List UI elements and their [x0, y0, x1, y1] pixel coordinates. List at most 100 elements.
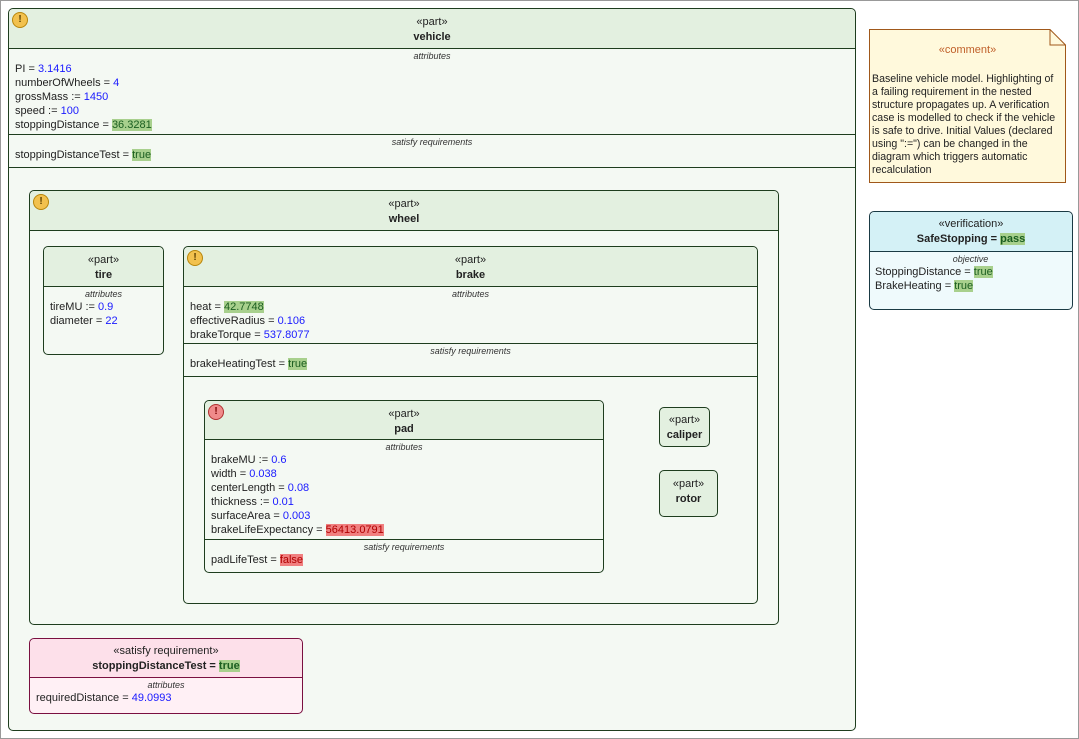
- attr-name: stoppingDistance: [15, 119, 100, 131]
- attr-value: 0.038: [249, 468, 277, 480]
- attribute-row[interactable]: heat = 42.7748: [190, 300, 751, 314]
- objective-name: BrakeHeating: [875, 280, 942, 292]
- attr-op: =: [313, 524, 326, 536]
- part-caliper[interactable]: «part» caliper: [659, 407, 710, 447]
- attr-op: :=: [256, 496, 273, 508]
- attr-op: :=: [68, 91, 84, 103]
- attr-op: :=: [82, 301, 98, 313]
- attr-op: =: [100, 77, 114, 89]
- attribute-row[interactable]: PI = 3.1416: [15, 62, 849, 76]
- compartment-title: attributes: [385, 442, 423, 452]
- requirement-row[interactable]: padLifeTest = false: [211, 553, 597, 567]
- part-name: brake: [455, 269, 486, 281]
- requirement-status: true: [218, 660, 240, 672]
- attr-name: tireMU: [50, 301, 83, 313]
- objective-row[interactable]: BrakeHeating = true: [875, 279, 1066, 293]
- attribute-row[interactable]: requiredDistance = 49.0993: [36, 691, 296, 705]
- comment-note[interactable]: «comment» Baseline vehicle model. Highli…: [869, 29, 1066, 183]
- compartment-title: satisfy requirements: [391, 137, 473, 147]
- attr-op: =: [270, 510, 283, 522]
- attr-value: 0.08: [287, 482, 310, 494]
- requirement-row[interactable]: stoppingDistanceTest = true: [15, 148, 849, 162]
- attr-value: 56413.0791: [325, 524, 384, 536]
- attr-name: requiredDistance: [36, 692, 120, 704]
- attr-value: 22: [105, 315, 118, 327]
- objective-op: =: [941, 280, 955, 292]
- attr-name: PI: [15, 63, 26, 75]
- comment-text: Baseline vehicle model. Highlighting of …: [872, 73, 1056, 176]
- part-tire[interactable]: «part» tire attributes tireMU := 0.9 dia…: [43, 246, 164, 355]
- part-name: caliper: [666, 429, 703, 441]
- part-name: wheel: [388, 213, 420, 225]
- attr-op: =: [99, 119, 112, 131]
- objective-row[interactable]: StoppingDistance = true: [875, 265, 1066, 279]
- attr-name: centerLength: [211, 482, 276, 494]
- attr-op: =: [92, 315, 106, 327]
- req-op: =: [267, 554, 280, 566]
- attribute-row[interactable]: stoppingDistance = 36.3281: [15, 118, 849, 132]
- compartment-title: satisfy requirements: [363, 542, 445, 552]
- attr-value: 0.6: [271, 454, 287, 466]
- stereotype: «part»: [454, 254, 487, 266]
- attr-value: 0.01: [272, 496, 294, 508]
- attribute-row[interactable]: brakeLifeExpectancy = 56413.0791: [211, 523, 597, 537]
- compartment-title: attributes: [147, 680, 185, 690]
- attribute-row[interactable]: brakeMU := 0.6: [211, 453, 597, 467]
- stereotype: «part»: [87, 254, 120, 266]
- attr-value: 42.7748: [223, 301, 264, 313]
- attr-op: =: [275, 482, 288, 494]
- compartment-title: objective: [952, 254, 989, 264]
- req-value: false: [279, 554, 304, 566]
- req-name: stoppingDistanceTest: [15, 149, 120, 161]
- part-pad[interactable]: ! «part» pad attributes brakeMU := 0.6 w…: [204, 400, 604, 573]
- objective-value: true: [954, 280, 974, 292]
- stereotype: «part»: [388, 408, 420, 420]
- attribute-row[interactable]: diameter = 22: [50, 314, 157, 328]
- attr-op: :=: [255, 454, 272, 466]
- attr-value: 3.1416: [37, 63, 72, 75]
- attr-name: heat: [190, 301, 212, 313]
- attribute-row[interactable]: effectiveRadius = 0.106: [190, 314, 751, 328]
- attr-name: brakeTorque: [190, 329, 252, 341]
- attribute-row[interactable]: surfaceArea = 0.003: [211, 509, 597, 523]
- attr-value: 4: [113, 77, 120, 89]
- req-op: =: [119, 149, 133, 161]
- attr-value: 100: [60, 105, 79, 117]
- attr-name: brakeLifeExpectancy: [211, 524, 314, 536]
- objective-name: StoppingDistance: [875, 266, 962, 278]
- attr-op: :=: [44, 105, 61, 117]
- compartment-title: attributes: [451, 289, 490, 299]
- attr-name: effectiveRadius: [190, 315, 266, 327]
- attr-value: 36.3281: [111, 119, 152, 131]
- attribute-row[interactable]: width = 0.038: [211, 467, 597, 481]
- requirement-name: stoppingDistanceTest: [92, 660, 207, 672]
- attribute-row[interactable]: speed := 100: [15, 104, 849, 118]
- req-name: padLifeTest: [211, 554, 268, 566]
- attribute-row[interactable]: brakeTorque = 537.8077: [190, 328, 751, 342]
- verification-op: =: [987, 233, 1001, 245]
- attribute-row[interactable]: thickness := 0.01: [211, 495, 597, 509]
- attr-op: =: [265, 315, 278, 327]
- requirement-row[interactable]: brakeHeatingTest = true: [190, 357, 751, 371]
- stereotype: «part»: [416, 16, 448, 28]
- attribute-row[interactable]: centerLength = 0.08: [211, 481, 597, 495]
- compartment-title: attributes: [413, 51, 451, 61]
- satisfy-requirement[interactable]: «satisfy requirement» stoppingDistanceTe…: [29, 638, 303, 714]
- attribute-row[interactable]: numberOfWheels = 4: [15, 76, 849, 90]
- error-icon: !: [208, 404, 224, 420]
- stereotype: «verification»: [938, 218, 1004, 230]
- part-name: vehicle: [413, 31, 451, 43]
- attr-value: 0.9: [97, 301, 114, 313]
- req-name: brakeHeatingTest: [190, 358, 276, 370]
- req-value: true: [132, 149, 152, 161]
- stereotype: «part»: [668, 414, 701, 426]
- attr-value: 49.0993: [131, 692, 172, 704]
- part-rotor[interactable]: «part» rotor: [659, 470, 718, 517]
- attr-name: width: [211, 468, 237, 480]
- attribute-row[interactable]: tireMU := 0.9: [50, 300, 157, 314]
- attr-value: 1450: [83, 91, 109, 103]
- verification-case[interactable]: «verification» SafeStopping = pass objec…: [869, 211, 1073, 310]
- attr-op: =: [211, 301, 224, 313]
- requirement-op: =: [206, 660, 219, 672]
- attribute-row[interactable]: grossMass := 1450: [15, 90, 849, 104]
